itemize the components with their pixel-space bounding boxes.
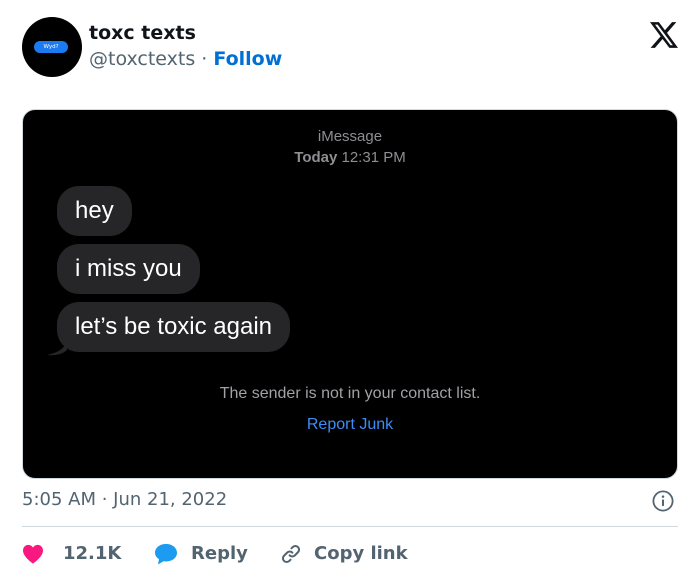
reply-label: Reply [191,543,248,564]
report-junk-link: Report Junk [306,416,394,433]
author-handle[interactable]: @toxctexts [89,48,195,70]
copy-link-label: Copy link [314,543,408,564]
bubble-tail-icon [47,338,67,356]
tweet-embed: Wyd? toxc texts @toxctexts · Follow iMes… [0,0,700,581]
divider [22,526,678,527]
message-bubble: let’s be toxic again [57,302,291,352]
handle-separator: · [195,48,214,70]
author-display-name[interactable]: toxc texts [89,21,196,45]
copy-link-button[interactable]: Copy link [280,540,408,568]
like-count: 12.1K [63,543,122,564]
message-bubble: i miss you [57,244,200,294]
link-icon [281,544,301,564]
info-icon[interactable] [652,490,674,512]
tweet-timestamp[interactable]: 5:05 AM · Jun 21, 2022 [22,488,227,512]
unknown-sender-notice: The sender is not in your contact list. [219,385,481,402]
imessage-time: 12:31 PM [341,149,406,166]
reply-bubble-icon [155,544,177,565]
avatar[interactable]: Wyd? [22,17,82,77]
message-bubble: hey [57,186,132,236]
imessage-service-label: iMessage [317,128,383,145]
imessage-day: Today [294,149,338,166]
tweet-media-image[interactable]: iMessage Today 12:31 PM hey i miss you l… [22,109,678,479]
heart-icon [23,544,43,564]
imessage-timestamp: Today 12:31 PM [23,149,677,167]
reply-button[interactable]: Reply [154,540,248,568]
follow-button[interactable]: Follow [213,48,282,70]
x-logo-icon[interactable] [650,22,678,48]
author-handle-row: @toxctexts · Follow [89,47,282,71]
like-button[interactable]: 12.1K [22,540,121,568]
avatar-message-bubble: Wyd? [34,41,68,53]
